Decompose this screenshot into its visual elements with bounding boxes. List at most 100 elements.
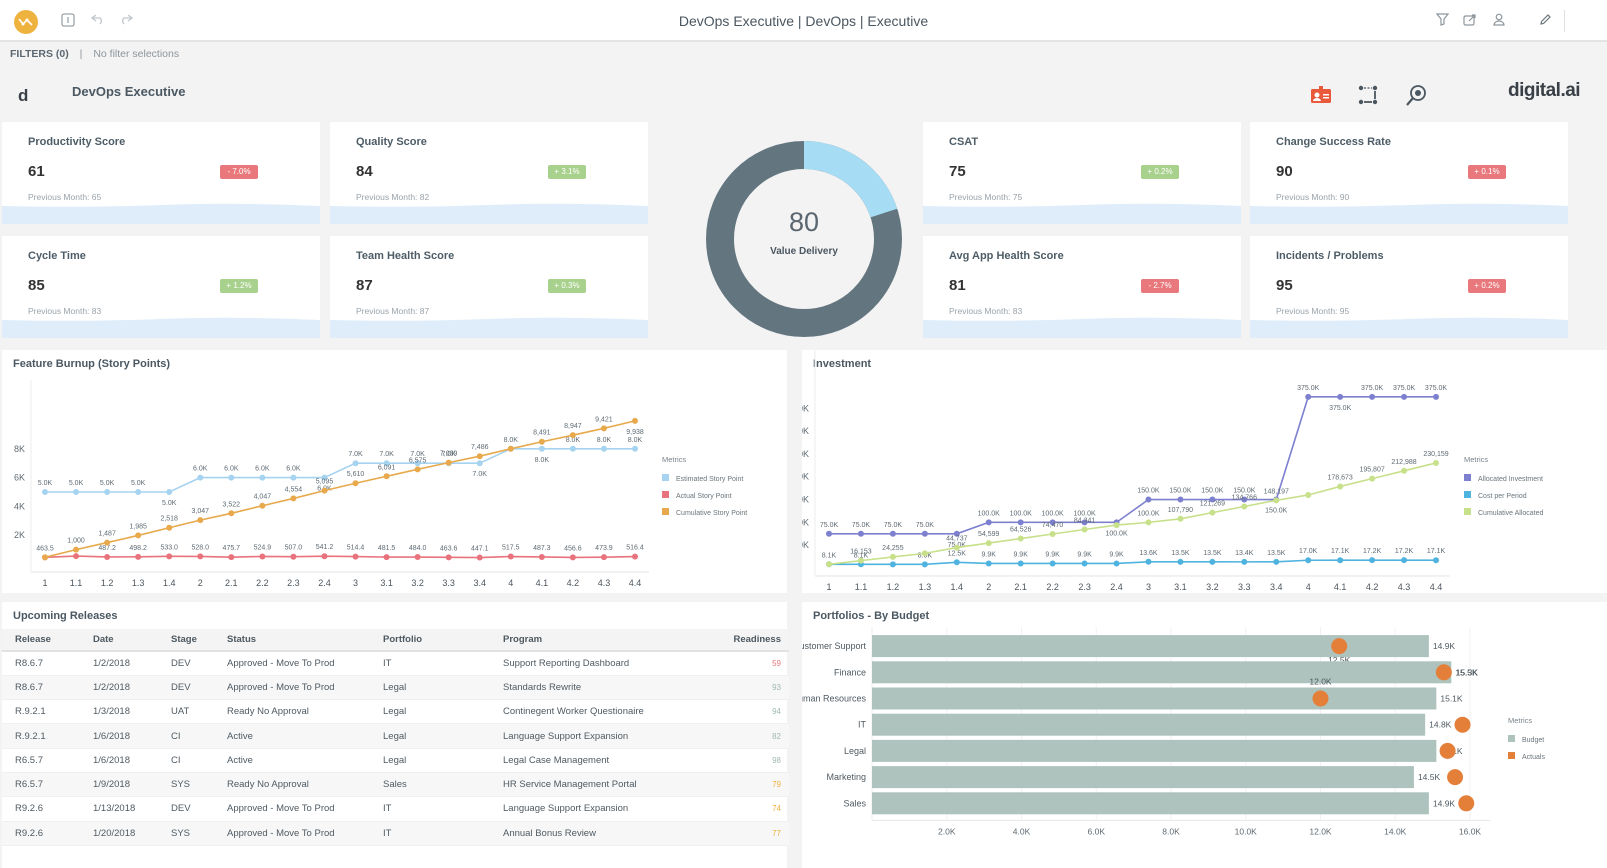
data-point[interactable] [352,553,359,560]
data-point[interactable] [826,561,832,568]
data-point[interactable] [1209,509,1216,516]
actuals-marker[interactable] [1435,664,1452,681]
table-row[interactable]: R9.2.6 1/13/2018 DEV Approved - Move To Pro… [2,796,789,822]
budget-bar[interactable] [872,766,1414,789]
data-point[interactable] [445,459,452,466]
data-point[interactable] [921,561,928,568]
data-point[interactable] [1113,522,1120,529]
data-point[interactable] [985,560,992,567]
kpi-card[interactable]: Cycle Time 85 + 1.2% Previous Month: 83 [2,236,320,338]
column-header-stage[interactable]: Stage [158,629,214,652]
data-point[interactable] [1305,393,1312,400]
data-point[interactable] [538,445,545,452]
data-point[interactable] [1017,560,1024,567]
actuals-marker[interactable] [1331,638,1348,655]
data-point[interactable] [1177,558,1184,565]
actuals-marker[interactable] [1454,716,1471,733]
data-point[interactable] [826,530,832,537]
actuals-marker[interactable] [1439,742,1456,759]
data-point[interactable] [1241,558,1248,565]
table-row[interactable]: R.9.2.1 1/3/2018 UAT Ready No Approval Legal… [2,699,789,725]
table-row[interactable]: R9.2.6 1/20/2018 SYS Approved - Move To Pro… [2,821,789,846]
data-point[interactable] [197,517,204,524]
actuals-marker[interactable] [1458,795,1475,812]
data-point[interactable] [1145,519,1152,526]
column-header-release[interactable]: Release [2,629,80,652]
data-point[interactable] [166,553,173,560]
data-point[interactable] [476,460,483,467]
table-row[interactable]: R.9.2.1 1/6/2018 CI Active Legal Language Sup… [2,723,789,749]
data-point[interactable] [857,557,864,564]
data-point[interactable] [569,445,576,452]
data-point[interactable] [1145,496,1152,503]
data-point[interactable] [414,466,421,473]
data-point[interactable] [1433,393,1439,400]
data-point[interactable] [1081,560,1088,567]
kpi-card[interactable]: Incidents / Problems 95 + 0.2% Previous Mon… [1250,236,1568,338]
data-point[interactable] [889,561,896,568]
kpi-card[interactable]: Team Health Score 87 + 0.3% Previous Month:… [330,236,648,338]
column-header-date[interactable]: Date [80,629,158,652]
actuals-marker[interactable] [1312,690,1329,707]
data-point[interactable] [507,553,514,560]
data-point[interactable] [569,432,576,439]
share-icon[interactable] [1462,13,1478,29]
data-point[interactable] [476,453,483,460]
data-point[interactable] [259,502,266,509]
data-point[interactable] [507,445,514,452]
data-point[interactable] [135,489,142,495]
table-row[interactable]: R8.6.7 1/2/2018 DEV Approved - Move To Prod… [2,675,789,701]
actuals-marker[interactable] [1447,769,1464,786]
data-point[interactable] [1049,560,1056,567]
data-point[interactable] [1177,496,1184,503]
data-point[interactable] [104,489,111,495]
data-point[interactable] [1369,393,1376,400]
kpi-card[interactable]: Productivity Score 61 - 7.0% Previous Month… [2,122,320,224]
data-point[interactable] [290,474,297,481]
data-point[interactable] [569,554,576,561]
data-point[interactable] [414,554,421,561]
filter-icon[interactable] [1434,13,1450,29]
column-header-portfolio[interactable]: Portfolio [370,629,490,652]
data-point[interactable] [632,553,638,560]
table-row[interactable]: R6.5.7 1/6/2018 CI Active Legal Legal Case Ma… [2,748,789,773]
data-point[interactable] [1337,557,1344,564]
data-point[interactable] [1433,459,1439,466]
data-point[interactable] [1337,393,1344,400]
data-point[interactable] [889,553,896,560]
data-point[interactable] [538,438,545,445]
contact-card-icon[interactable] [1309,84,1333,106]
budget-bar[interactable] [872,792,1429,815]
data-point[interactable] [135,553,142,560]
data-point[interactable] [352,460,359,467]
data-point[interactable] [921,530,928,537]
data-point[interactable] [383,554,390,561]
data-point[interactable] [135,532,142,539]
data-point[interactable] [166,524,173,531]
data-point[interactable] [632,417,638,424]
data-point[interactable] [1017,535,1024,542]
filters-label[interactable]: FILTERS (0) [10,48,69,60]
data-point[interactable] [104,553,111,560]
search-zoom-icon[interactable] [1404,84,1428,106]
data-point[interactable] [632,445,638,452]
data-point[interactable] [1337,483,1344,490]
data-point[interactable] [600,554,607,561]
user-icon[interactable] [1491,13,1507,29]
data-point[interactable] [1401,557,1408,564]
data-point[interactable] [953,544,960,551]
data-point[interactable] [445,554,452,561]
data-point[interactable] [42,489,48,495]
budget-bar[interactable] [872,739,1437,762]
column-header-status[interactable]: Status [214,629,370,652]
data-point[interactable] [352,480,359,487]
data-point[interactable] [985,519,992,526]
data-point[interactable] [1433,557,1439,564]
data-point[interactable] [73,489,80,495]
column-header-program[interactable]: Program [490,629,710,652]
data-point[interactable] [1369,557,1376,564]
table-row[interactable]: R6.5.7 1/9/2018 SYS Ready No Approval Sales H… [2,772,789,798]
data-point[interactable] [985,540,992,547]
budget-bar[interactable] [872,687,1437,710]
data-point[interactable] [1305,557,1312,564]
